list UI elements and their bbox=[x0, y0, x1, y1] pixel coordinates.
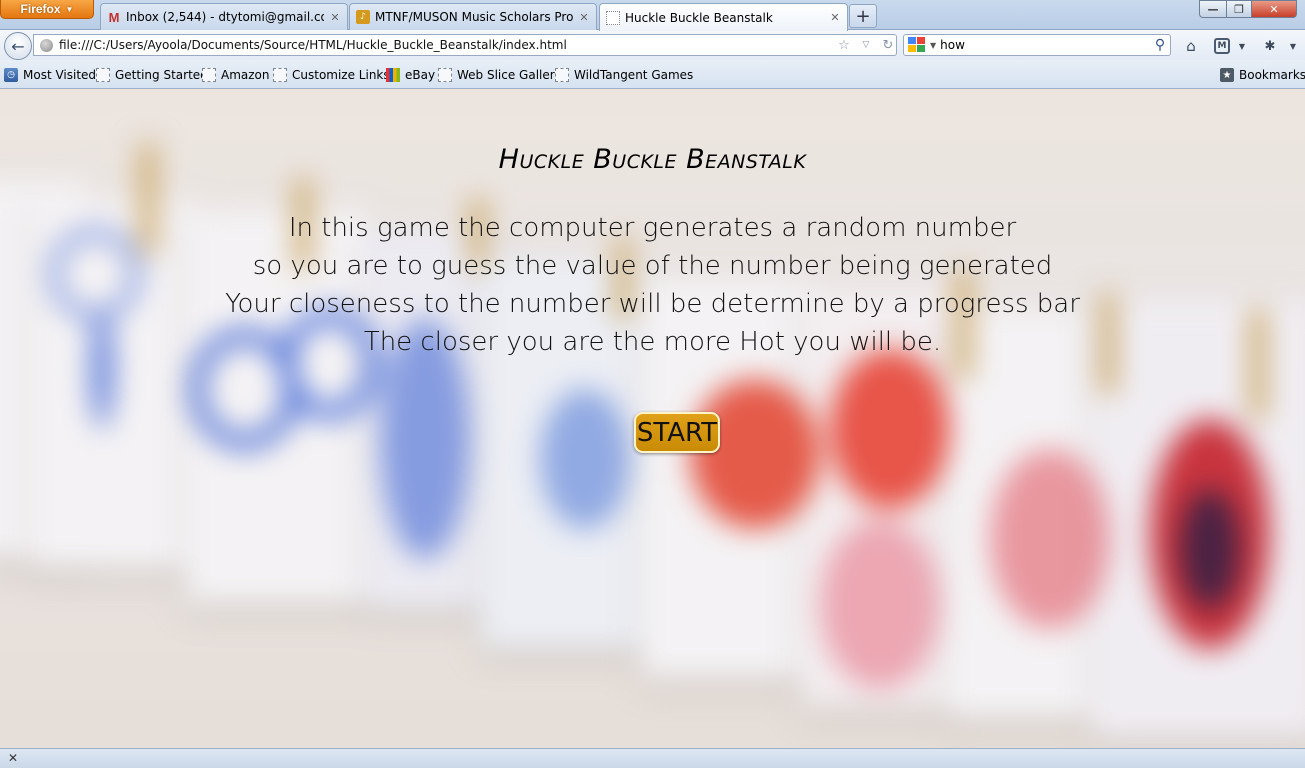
bookmark-page-icon bbox=[202, 68, 216, 82]
minimize-icon: — bbox=[1207, 2, 1219, 16]
mtnf-icon: ♪ bbox=[356, 10, 370, 24]
status-bar: ✕ bbox=[0, 748, 1305, 768]
minimize-button[interactable]: — bbox=[1199, 0, 1227, 18]
ebay-icon bbox=[386, 68, 400, 82]
most-visited-icon: ◷ bbox=[4, 68, 18, 82]
bookmark-page-icon bbox=[555, 68, 569, 82]
navigation-toolbar: ← file:///C:/Users/Ayoola/Documents/Sour… bbox=[0, 30, 1305, 60]
bookmark-label: eBay bbox=[405, 68, 436, 82]
start-button[interactable]: START bbox=[634, 412, 720, 453]
bookmark-ebay[interactable]: eBay bbox=[386, 67, 435, 83]
close-window-button[interactable]: ✕ bbox=[1251, 0, 1297, 18]
tab-close-icon[interactable]: ✕ bbox=[829, 11, 841, 24]
toolbar-menu-dropdown-icon[interactable]: ▼ bbox=[1286, 36, 1300, 56]
tab-close-icon[interactable]: ✕ bbox=[578, 11, 590, 24]
page-title: Huckle Buckle Beanstalk bbox=[498, 144, 807, 175]
bookmark-page-icon bbox=[96, 68, 110, 82]
extension-button[interactable]: M bbox=[1210, 36, 1234, 56]
firefox-menu-button[interactable]: Firefox ▼ bbox=[0, 0, 94, 19]
firebug-icon[interactable]: ✱ bbox=[1258, 36, 1282, 56]
extension-dropdown-icon[interactable]: ▼ bbox=[1236, 36, 1248, 56]
intro-line: Your closeness to the number will be det… bbox=[225, 289, 1080, 319]
tab-gmail[interactable]: M Inbox (2,544) - dtytomi@gmail.com -...… bbox=[100, 3, 348, 30]
plus-icon: + bbox=[855, 5, 871, 27]
intro-line: The closer you are the more Hot you will… bbox=[363, 327, 942, 357]
bookmark-customize-links[interactable]: Customize Links bbox=[273, 67, 390, 83]
site-identity-icon[interactable] bbox=[40, 38, 53, 52]
tab-label: MTNF/MUSON Music Scholars Progr... bbox=[375, 10, 573, 24]
history-dropdown-icon[interactable]: ▽ bbox=[858, 40, 874, 50]
bookmark-wildtangent-games[interactable]: WildTangent Games bbox=[555, 67, 693, 83]
gmail-icon: M bbox=[108, 9, 120, 25]
tab-close-icon[interactable]: ✕ bbox=[329, 11, 341, 24]
bookmark-label: Most Visited bbox=[23, 68, 97, 82]
home-button[interactable]: ⌂ bbox=[1180, 36, 1202, 56]
bookmarks-toolbar: ◷ Most Visited Getting Started Amazon Cu… bbox=[0, 60, 1305, 89]
tab-mtnf[interactable]: ♪ MTNF/MUSON Music Scholars Progr... ✕ bbox=[349, 3, 597, 30]
bookmark-label: Getting Started bbox=[115, 68, 208, 82]
google-icon[interactable] bbox=[908, 37, 926, 53]
back-button[interactable]: ← bbox=[4, 32, 32, 60]
bookmark-label: WildTangent Games bbox=[574, 68, 694, 82]
bookmark-web-slice-gallery[interactable]: Web Slice Gallery bbox=[438, 67, 562, 83]
search-icon[interactable]: ⚲ bbox=[1150, 37, 1170, 53]
tab-label: Huckle Buckle Beanstalk bbox=[625, 10, 773, 25]
close-icon: ✕ bbox=[1269, 2, 1279, 16]
tab-huckle-buckle[interactable]: Huckle Buckle Beanstalk ✕ bbox=[599, 3, 848, 31]
bookmark-label: Amazon bbox=[221, 68, 270, 82]
chevron-down-icon: ▼ bbox=[65, 4, 74, 14]
intro-line: In this game the computer generates a ra… bbox=[288, 213, 1017, 243]
bookmarks-star-icon: ★ bbox=[1220, 68, 1234, 82]
page-viewport: Huckle Buckle Beanstalk In this game the… bbox=[0, 89, 1305, 748]
star-icon[interactable]: ☆ bbox=[836, 38, 852, 53]
bookmark-getting-started[interactable]: Getting Started bbox=[96, 67, 208, 83]
firefox-menu-label: Firefox bbox=[20, 2, 61, 16]
game-page: Huckle Buckle Beanstalk In this game the… bbox=[0, 89, 1305, 748]
blank-page-icon bbox=[606, 10, 620, 25]
bookmark-amazon[interactable]: Amazon bbox=[202, 67, 270, 83]
search-bar[interactable]: ▼ how ⚲ bbox=[903, 34, 1171, 56]
bookmarks-menu-button[interactable]: ★ Bookmarks bbox=[1220, 67, 1305, 83]
bookmark-page-icon bbox=[273, 68, 287, 82]
bookmark-label: Customize Links bbox=[292, 68, 390, 82]
restore-icon: ❐ bbox=[1234, 2, 1244, 16]
intro-line: so you are to guess the value of the num… bbox=[252, 251, 1053, 281]
tab-label: Inbox (2,544) - dtytomi@gmail.com -... bbox=[126, 10, 324, 24]
url-bar[interactable]: file:///C:/Users/Ayoola/Documents/Source… bbox=[33, 34, 897, 56]
bookmark-most-visited[interactable]: ◷ Most Visited bbox=[4, 67, 96, 83]
extension-icon: M bbox=[1214, 38, 1230, 54]
bookmark-page-icon bbox=[438, 68, 452, 82]
search-input[interactable]: how bbox=[940, 38, 1146, 52]
home-icon: ⌂ bbox=[1186, 37, 1196, 55]
bookmarks-menu-label: Bookmarks bbox=[1239, 68, 1305, 82]
intro-text: In this game the computer generates a ra… bbox=[0, 209, 1305, 361]
url-text[interactable]: file:///C:/Users/Ayoola/Documents/Source… bbox=[59, 38, 830, 52]
tab-strip: Firefox ▼ M Inbox (2,544) - dtytomi@gmai… bbox=[0, 0, 1305, 31]
bookmark-label: Web Slice Gallery bbox=[457, 68, 562, 82]
search-engine-dropdown-icon[interactable]: ▼ bbox=[930, 41, 936, 50]
maximize-button[interactable]: ❐ bbox=[1226, 0, 1252, 18]
back-arrow-icon: ← bbox=[11, 36, 25, 56]
new-tab-button[interactable]: + bbox=[849, 4, 877, 28]
close-addon-bar-icon[interactable]: ✕ bbox=[8, 751, 18, 765]
reload-icon[interactable]: ↻ bbox=[880, 38, 896, 53]
